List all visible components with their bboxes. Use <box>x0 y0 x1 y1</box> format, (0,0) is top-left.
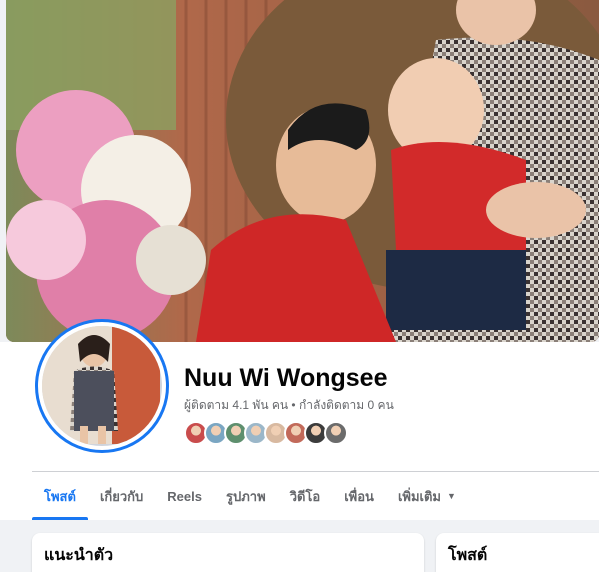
posts-card: โพสต์ <box>436 533 599 572</box>
tab-videos-label: วิดีโอ <box>289 488 321 504</box>
tab-more-label: เพิ่มเติม <box>397 488 441 504</box>
tab-reels[interactable]: Reels <box>155 472 214 520</box>
cover-photo[interactable] <box>6 0 599 342</box>
tab-reels-label: Reels <box>167 488 202 504</box>
profile-page: Nuu Wi Wongsee ผู้ติดตาม 4.1 พัน คน • กำ… <box>0 0 599 572</box>
tab-more[interactable]: เพิ่มเติม ▼ <box>386 472 468 520</box>
mutual-friend-avatars[interactable] <box>184 421 348 445</box>
tab-videos[interactable]: วิดีโอ <box>278 472 333 520</box>
tab-about-label: เกี่ยวกับ <box>99 488 144 504</box>
profile-avatar[interactable] <box>35 319 169 453</box>
tab-friends-label: เพื่อน <box>344 488 374 504</box>
profile-name: Nuu Wi Wongsee <box>184 364 388 392</box>
tab-photos-label: รูปภาพ <box>226 488 266 504</box>
tab-about[interactable]: เกี่ยวกับ <box>88 472 155 520</box>
tab-posts-label: โพสต์ <box>44 488 76 504</box>
avatar-image <box>42 326 162 446</box>
friend-avatar[interactable] <box>324 421 348 445</box>
caret-down-icon: ▼ <box>447 491 456 501</box>
posts-card-title: โพสต์ <box>448 547 488 564</box>
profile-tabs: โพสต์ เกี่ยวกับ Reels รูปภาพ วิดีโอ เพื่… <box>32 472 468 520</box>
intro-card-title: แนะนำตัว <box>44 547 114 564</box>
intro-card: แนะนำตัว <box>32 533 424 572</box>
tab-photos[interactable]: รูปภาพ <box>214 472 278 520</box>
tab-friends[interactable]: เพื่อน <box>332 472 386 520</box>
follower-stats[interactable]: ผู้ติดตาม 4.1 พัน คน • กำลังติดตาม 0 คน <box>184 396 394 415</box>
cover-photo-image <box>6 0 599 342</box>
tab-posts[interactable]: โพสต์ <box>32 472 88 520</box>
